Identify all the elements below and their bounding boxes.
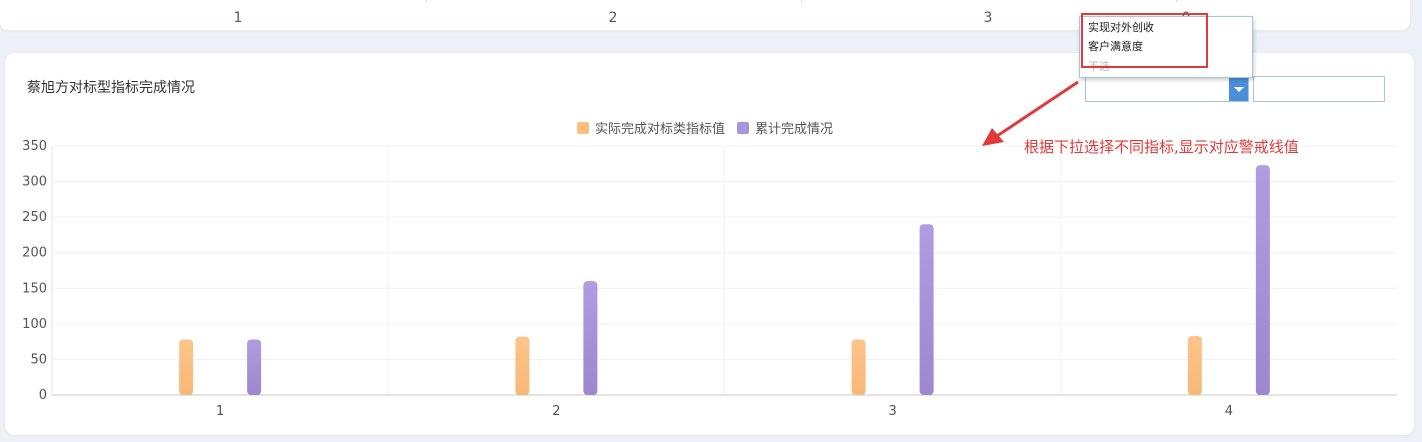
bar-series1-cat2[interactable] bbox=[515, 336, 530, 395]
bar-series2-cat3[interactable] bbox=[919, 224, 934, 395]
legend-item-series1[interactable]: 实际完成对标类指标值 bbox=[577, 118, 725, 137]
bar-series2-cat2[interactable] bbox=[583, 281, 598, 395]
y-tick-label: 200 bbox=[22, 246, 47, 261]
page: 1 2 3 0 蔡旭方对标型指标完成情况 0501001502002503003… bbox=[0, 0, 1422, 442]
bar-series1-cat3[interactable] bbox=[851, 339, 866, 395]
y-tick-label: 100 bbox=[22, 317, 47, 332]
legend-swatch-series2 bbox=[737, 121, 750, 134]
chart-legend: 实际完成对标类指标值 累计完成情况 bbox=[577, 118, 833, 137]
x-tick-label: 4 bbox=[1225, 404, 1233, 419]
bar-series1-cat4[interactable] bbox=[1187, 335, 1202, 395]
legend-label-series1: 实际完成对标类指标值 bbox=[595, 122, 726, 137]
legend-item-series2[interactable]: 累计完成情况 bbox=[737, 118, 833, 137]
annotation-highlight-box bbox=[1081, 13, 1208, 68]
bar-series2-cat4[interactable] bbox=[1255, 165, 1270, 395]
y-tick-label: 300 bbox=[22, 175, 47, 190]
x-tick-label: 1 bbox=[216, 404, 224, 419]
x-tick-label: 3 bbox=[888, 404, 896, 419]
y-tick-label: 150 bbox=[22, 281, 47, 296]
bar-series1-cat1[interactable] bbox=[179, 339, 194, 395]
y-tick-label: 50 bbox=[30, 352, 47, 367]
bar-series2-cat1[interactable] bbox=[247, 339, 262, 395]
annotation-text: 根据下拉选择不同指标,显示对应警戒线值 bbox=[1024, 138, 1299, 156]
y-tick-label: 250 bbox=[22, 210, 47, 225]
legend-swatch-series1 bbox=[577, 121, 589, 134]
y-tick-label: 350 bbox=[22, 139, 47, 154]
x-tick-label: 2 bbox=[552, 404, 560, 419]
legend-label-series2: 累计完成情况 bbox=[755, 122, 834, 137]
y-tick-label: 0 bbox=[39, 388, 47, 403]
